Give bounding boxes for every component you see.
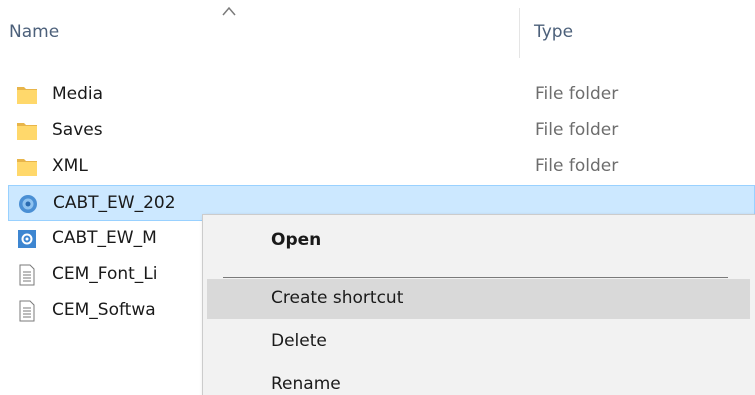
file-name: CEM_Softwa: [52, 300, 156, 320]
file-row-xml[interactable]: XML File folder: [8, 149, 755, 185]
file-type: File folder: [535, 84, 619, 104]
menu-item-open[interactable]: Open: [207, 221, 750, 261]
type-column-header[interactable]: Type: [520, 0, 755, 64]
file-name: CABT_EW_M: [52, 228, 157, 248]
file-name: Saves: [52, 120, 103, 140]
file-explorer-list: Name Type Media File folder Saves File f…: [0, 0, 755, 395]
file-name: CEM_Font_Li: [52, 264, 158, 284]
menu-item-label: Rename: [271, 374, 341, 394]
menu-item-rename[interactable]: Rename: [207, 365, 750, 395]
file-name: Media: [52, 84, 104, 104]
sort-ascending-icon: [222, 6, 236, 16]
context-menu: Open Create shortcut Delete Rename: [202, 214, 755, 395]
menu-item-label: Create shortcut: [271, 288, 404, 308]
column-header-row: Name Type: [0, 0, 755, 64]
menu-item-label: Open: [271, 230, 322, 250]
settings-app-icon: [18, 230, 36, 248]
text-document-icon: [19, 300, 35, 322]
folder-icon: [17, 87, 37, 104]
application-icon: [19, 195, 37, 213]
menu-item-delete[interactable]: Delete: [207, 322, 750, 362]
type-column-label: Type: [534, 22, 574, 42]
folder-icon: [17, 159, 37, 176]
name-column-header[interactable]: Name: [0, 0, 520, 64]
folder-icon: [17, 123, 37, 140]
file-name: XML: [52, 156, 88, 176]
menu-separator: [223, 277, 728, 278]
file-type: File folder: [535, 156, 619, 176]
text-document-icon: [19, 264, 35, 286]
name-column-label: Name: [9, 22, 60, 42]
file-row-media[interactable]: Media File folder: [8, 77, 755, 113]
file-row-saves[interactable]: Saves File folder: [8, 113, 755, 149]
menu-item-label: Delete: [271, 331, 327, 351]
menu-item-create-shortcut[interactable]: Create shortcut: [207, 279, 750, 319]
file-name: CABT_EW_202: [53, 193, 176, 213]
file-type: File folder: [535, 120, 619, 140]
